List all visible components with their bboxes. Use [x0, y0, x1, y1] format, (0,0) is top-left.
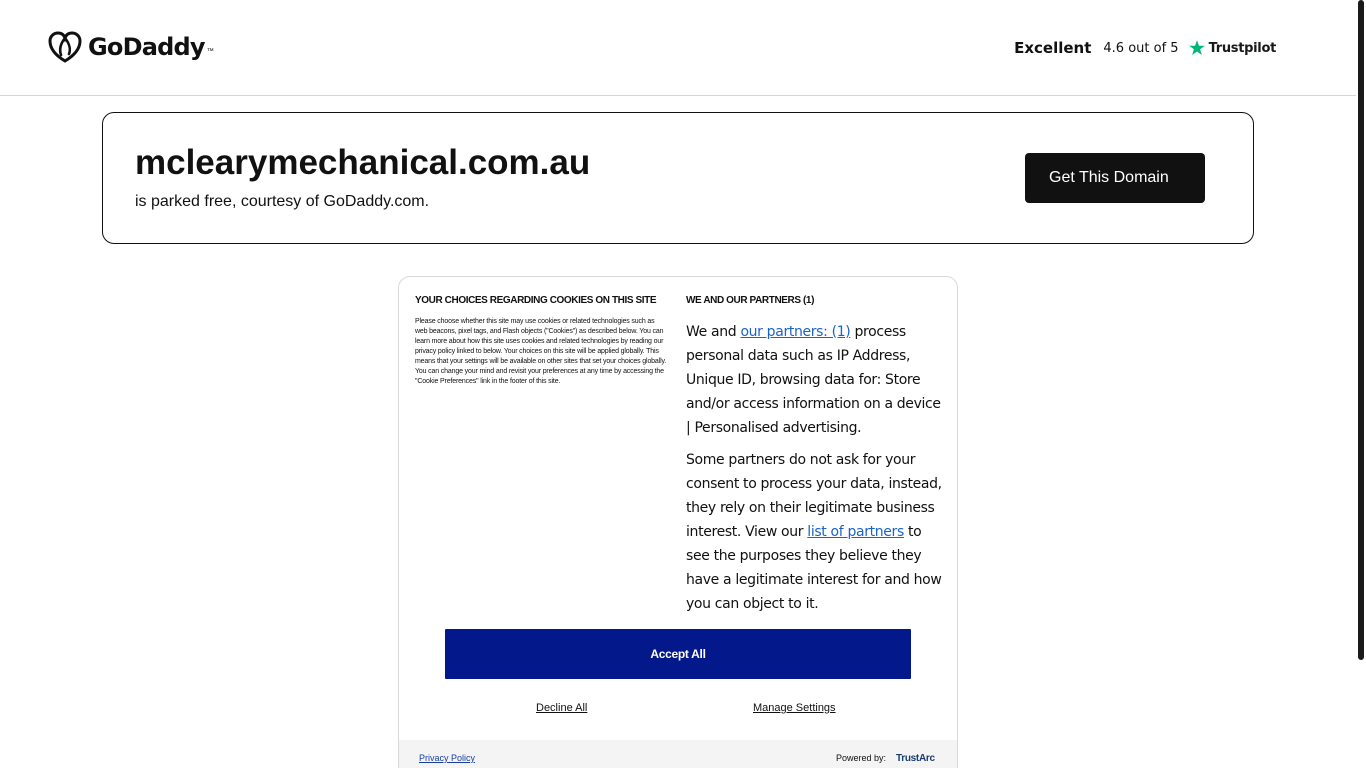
trustarc-logo[interactable]: TrustArc — [896, 753, 935, 764]
powered-by-label: Powered by: — [836, 753, 887, 763]
partners-title: WE AND OUR PARTNERS (1) — [686, 295, 815, 306]
legitimate-interest-paragraph: Some partners do not ask for your consen… — [686, 448, 948, 616]
cookie-choices-title: YOUR CHOICES REGARDING COOKIES ON THIS S… — [415, 295, 657, 306]
privacy-policy-link[interactable]: Privacy Policy — [419, 753, 475, 763]
our-partners-link[interactable]: our partners: (1) — [740, 324, 850, 340]
get-this-domain-button[interactable]: Get This Domain — [1025, 153, 1205, 203]
trustpilot-rating-word: Excellent — [1014, 39, 1092, 57]
trustpilot-score: 4.6 out of 5 — [1103, 40, 1179, 56]
star-icon — [1188, 40, 1205, 55]
page-scrollbar[interactable] — [1356, 0, 1366, 768]
domain-name: mclearymechanical.com.au — [135, 143, 591, 182]
domain-parked-text: is parked free, courtesy of GoDaddy.com. — [135, 193, 430, 210]
decline-all-button[interactable]: Decline All — [536, 702, 587, 714]
scrollbar-thumb[interactable] — [1358, 0, 1364, 660]
godaddy-heart-icon — [48, 31, 82, 63]
trustpilot-widget[interactable]: Excellent 4.6 out of 5 Trustpilot — [1014, 36, 1276, 60]
partners-text-1: We and — [686, 324, 741, 340]
domain-card: mclearymechanical.com.au is parked free,… — [102, 112, 1254, 244]
partners-text-2: process personal data such as IP Address… — [686, 324, 941, 436]
logo-trademark: ™ — [206, 48, 214, 55]
partners-paragraph: We and our partners: (1) process persona… — [686, 320, 948, 440]
cookie-consent-dialog: YOUR CHOICES REGARDING COOKIES ON THIS S… — [398, 276, 958, 768]
cookie-dialog-footer: Privacy Policy Powered by: TrustArc — [399, 740, 957, 768]
trustpilot-name: Trustpilot — [1208, 40, 1277, 56]
accept-all-button[interactable]: Accept All — [445, 629, 911, 679]
partners-column: WE AND OUR PARTNERS (1) We and our partn… — [686, 295, 948, 616]
cookie-choices-column: YOUR CHOICES REGARDING COOKIES ON THIS S… — [415, 295, 667, 387]
cookie-choices-description: Please choose whether this site may use … — [415, 318, 667, 385]
godaddy-logo[interactable]: GoDaddy ™ — [48, 31, 214, 63]
trustpilot-brand: Trustpilot — [1188, 39, 1276, 57]
manage-settings-button[interactable]: Manage Settings — [753, 702, 836, 714]
list-of-partners-link[interactable]: list of partners — [807, 524, 904, 540]
site-header: GoDaddy ™ Excellent 4.6 out of 5 Trustpi… — [0, 0, 1356, 96]
logo-wordmark: GoDaddy — [88, 33, 206, 61]
